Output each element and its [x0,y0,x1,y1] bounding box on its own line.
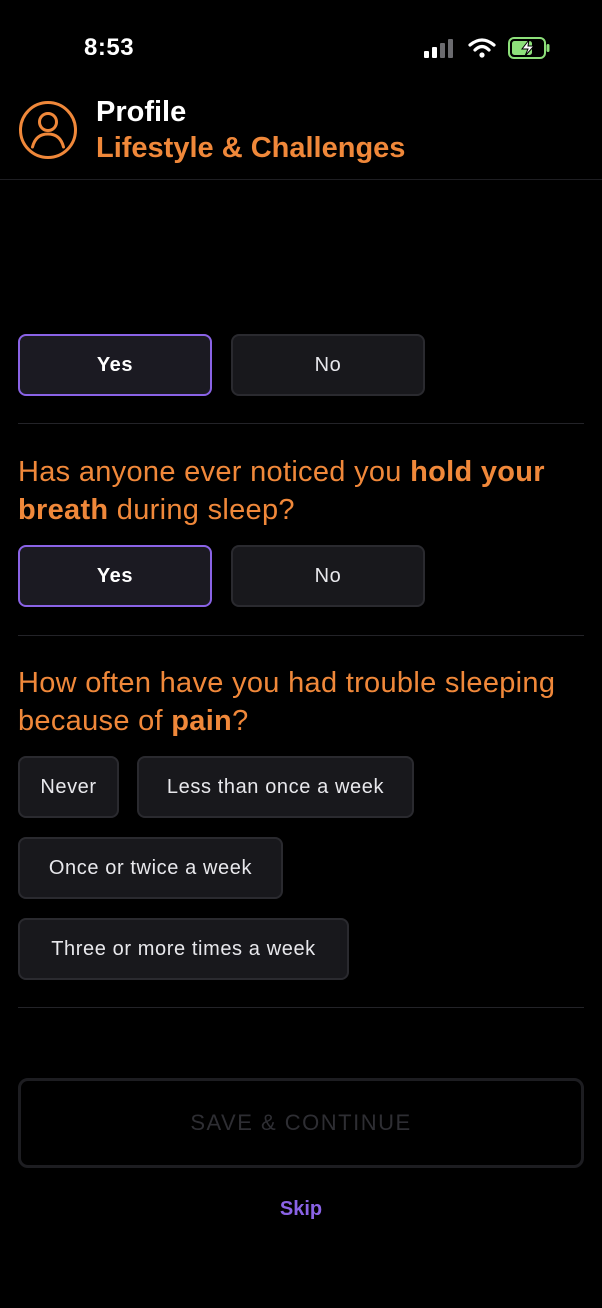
question-text: Has anyone ever noticed you [18,456,411,488]
q1-option-yes[interactable]: Yes [18,545,212,607]
page-subtitle: Lifestyle & Challenges [96,132,406,164]
status-bar: 8:53 [0,0,602,96]
wifi-icon [468,38,496,58]
q2-option-never[interactable]: Never [18,756,119,818]
divider [18,423,584,424]
option-label: Once or twice a week [48,856,253,879]
q2-option-once-or-twice[interactable]: Once or twice a week [18,837,283,899]
divider [18,635,584,636]
q0-option-no[interactable]: No [231,334,425,396]
q1-option-no[interactable]: No [231,545,425,607]
profile-icon [19,101,77,159]
screen: 8:53 Profile Lifestyle & Challenges Yes … [0,0,602,1308]
question-text-end: during sleep? [108,494,295,526]
option-label: No [314,353,342,376]
save-continue-label: SAVE & CONTINUE [190,1110,412,1135]
q2-option-less-than-once[interactable]: Less than once a week [137,756,414,818]
battery-icon [508,37,550,59]
status-icons [424,37,550,59]
option-label: Never [40,775,97,798]
option-label: Yes [96,564,134,587]
option-label: Three or more times a week [51,937,316,960]
skip-link[interactable]: Skip [0,1198,602,1221]
question-text: How often have you had trouble sleeping … [18,667,556,737]
question-pain: How often have you had trouble sleeping … [18,664,584,740]
header: Profile Lifestyle & Challenges [0,96,602,180]
signal-icon [424,39,453,58]
question-text-end: ? [232,705,249,737]
skip-label: Skip [279,1198,323,1220]
question-list[interactable]: Yes No Has anyone ever noticed you hold … [0,180,602,1060]
save-continue-button[interactable]: SAVE & CONTINUE [18,1078,584,1168]
q0-option-yes[interactable]: Yes [18,334,212,396]
divider [18,1007,584,1008]
status-time: 8:53 [84,34,135,61]
page-title: Profile [96,96,187,128]
option-label: Less than once a week [166,775,385,798]
question-hold-breath: Has anyone ever noticed you hold your br… [18,453,584,529]
question-emphasis: pain [171,705,233,737]
option-label: Yes [96,353,134,376]
option-label: No [314,564,342,587]
q2-option-three-or-more[interactable]: Three or more times a week [18,918,349,980]
